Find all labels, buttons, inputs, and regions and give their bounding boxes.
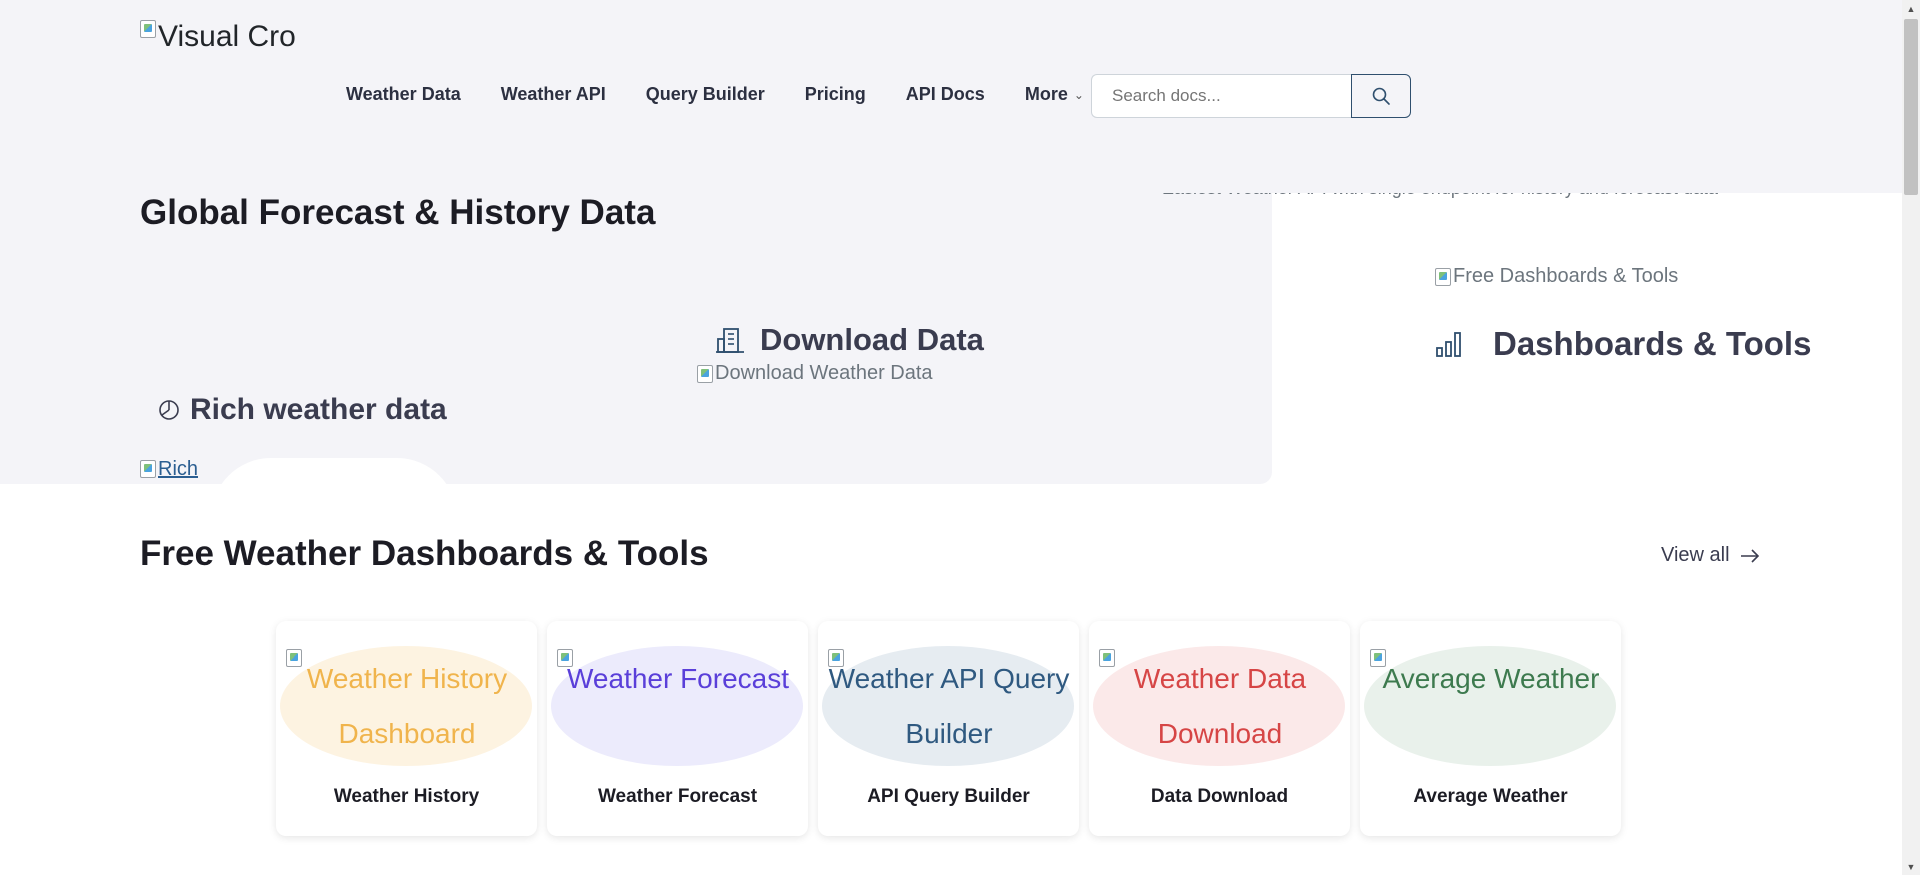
nav-pricing[interactable]: Pricing (805, 84, 866, 105)
tool-card-average-weather[interactable]: Average Weather Average Weather (1360, 621, 1621, 836)
broken-image-icon (140, 20, 156, 38)
logo-alt-text: Visual Crossing (158, 20, 296, 53)
download-data-heading: Download Data (716, 322, 984, 358)
broken-image-icon (557, 649, 573, 667)
rich-image-alt: Rich (158, 457, 199, 480)
bar-chart-icon (1436, 332, 1461, 357)
tools-section-title: Free Weather Dashboards & Tools (140, 534, 709, 573)
nav-weather-api[interactable]: Weather API (501, 84, 606, 105)
dashboards-tools-image: Free Dashboards & Tools (1435, 265, 1678, 288)
broken-image-icon (1370, 649, 1386, 667)
vertical-scrollbar[interactable]: ▲ ▼ (1902, 0, 1920, 875)
card-label: API Query Builder (867, 786, 1030, 807)
tool-cards: Weather History Dashboard Weather Histor… (276, 621, 1621, 836)
logo[interactable]: Visual Crossing (140, 20, 296, 60)
card-label: Average Weather (1413, 786, 1568, 807)
arrow-right-icon (1740, 548, 1759, 563)
search-input[interactable] (1091, 74, 1351, 118)
scroll-down-arrow-icon[interactable]: ▼ (1902, 858, 1920, 875)
view-all-label: View all (1661, 544, 1730, 566)
search-form (1091, 74, 1411, 118)
card-image: Weather Forecast (555, 649, 801, 706)
page-title: Global Forecast & History Data (140, 193, 656, 232)
card-image: Average Weather (1368, 649, 1614, 706)
main-nav: Weather Data Weather API Query Builder P… (346, 84, 1124, 105)
view-all-link[interactable]: View all (1661, 544, 1760, 567)
card-image: Weather History Dashboard (284, 649, 530, 761)
decorative-shape (211, 458, 457, 518)
card-image-alt: Weather Forecast (566, 663, 790, 694)
broken-image-icon (1435, 267, 1451, 286)
download-image-alt: Download Weather Data (715, 362, 933, 384)
rich-weather-data-image-link[interactable]: Rich (140, 455, 200, 483)
card-label: Weather Forecast (597, 786, 758, 807)
tool-card-weather-history[interactable]: Weather History Dashboard Weather Histor… (276, 621, 537, 836)
card-image-alt: Weather API Query Builder (828, 663, 1070, 749)
card-image-alt: Weather Data Download (1133, 663, 1307, 749)
card-image: Weather Data Download (1097, 649, 1343, 761)
rich-weather-data-heading: Rich weather data (158, 393, 447, 427)
building-icon (716, 328, 744, 353)
broken-image-icon (1099, 649, 1115, 667)
broken-image-icon (286, 649, 302, 667)
tool-card-weather-forecast[interactable]: Weather Forecast Weather Forecast (547, 621, 808, 836)
tool-card-data-download[interactable]: Weather Data Download Data Download (1089, 621, 1350, 836)
broken-image-icon (140, 460, 156, 478)
broken-image-icon (828, 649, 844, 667)
nav-weather-data[interactable]: Weather Data (346, 84, 461, 105)
card-image-alt: Weather History Dashboard (306, 663, 508, 749)
nav-more-dropdown[interactable]: More ⌄ (1025, 84, 1084, 105)
search-button[interactable] (1351, 74, 1411, 118)
broken-image-icon (697, 364, 713, 383)
card-label: Data Download (1150, 786, 1289, 807)
pie-chart-icon (159, 400, 179, 420)
search-icon (1372, 87, 1390, 105)
download-weather-data-image: Download Weather Data (697, 362, 933, 385)
nav-query-builder[interactable]: Query Builder (646, 84, 765, 105)
tool-card-api-query-builder[interactable]: Weather API Query Builder API Query Buil… (818, 621, 1079, 836)
chevron-down-icon: ⌄ (1073, 87, 1084, 102)
rich-weather-data-title: Rich weather data (190, 393, 447, 426)
dash-image-alt: Free Dashboards & Tools (1453, 265, 1679, 287)
dashboards-tools-title: Dashboards & Tools (1493, 325, 1812, 362)
card-label: Weather History (333, 786, 480, 807)
card-image: Weather API Query Builder (826, 649, 1072, 761)
scrollbar-thumb[interactable] (1904, 19, 1918, 195)
nav-more-label: More (1024, 84, 1068, 104)
nav-api-docs[interactable]: API Docs (906, 84, 985, 105)
scroll-up-arrow-icon[interactable]: ▲ (1902, 0, 1920, 17)
dashboards-tools-heading: Dashboards & Tools (1435, 325, 1811, 363)
card-image-alt: Average Weather (1382, 663, 1600, 694)
download-data-title: Download Data (760, 322, 984, 357)
